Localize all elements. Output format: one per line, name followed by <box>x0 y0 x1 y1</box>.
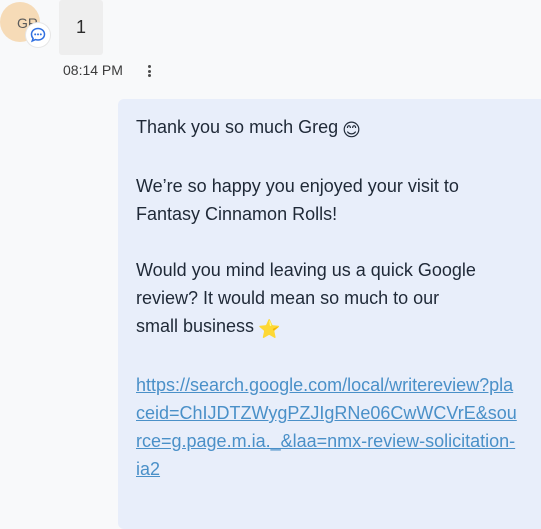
message-line: Fantasy Cinnamon Rolls! <box>136 204 338 224</box>
incoming-message: 1 <box>59 0 103 55</box>
vertical-ellipsis-icon[interactable] <box>144 63 154 79</box>
message-line-text: Thank you so much Greg <box>136 117 339 137</box>
chat-bubble-icon <box>26 23 50 47</box>
star-emoji-icon: ⭐ <box>258 319 281 339</box>
message-timestamp: 08:14 PM <box>63 62 123 78</box>
smile-emoji-icon: 😊 <box>342 120 361 140</box>
message-line: review? It would mean so much to our <box>136 288 440 308</box>
incoming-message-text: 1 <box>75 17 86 37</box>
message-line: Thank you so much Greg 😊 <box>136 113 541 144</box>
outgoing-message: Thank you so much Greg 😊 We’re so happy y… <box>118 99 541 529</box>
google-review-link[interactable]: https://search.google.com/local/writerev… <box>136 371 519 483</box>
message-line: small business ⭐ <box>136 312 541 343</box>
message-line: Would you mind leaving us a quick Google <box>136 260 476 280</box>
message-line: We’re so happy you enjoyed your visit to <box>136 176 459 196</box>
message-line-text: small business <box>136 316 255 336</box>
